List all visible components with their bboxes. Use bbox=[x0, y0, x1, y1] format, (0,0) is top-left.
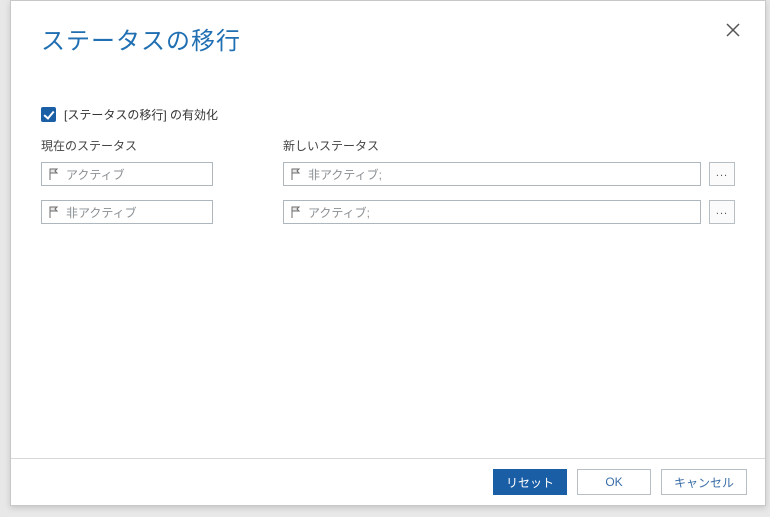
transition-columns: 現在のステータス アクティブ 非アクティブ bbox=[41, 137, 735, 238]
enable-transitions-row: [ステータスの移行] の有効化 bbox=[41, 106, 735, 123]
dialog-title: ステータスの移行 bbox=[41, 21, 735, 56]
current-status-field[interactable]: アクティブ bbox=[41, 162, 213, 186]
browse-button[interactable]: ... bbox=[709, 200, 735, 224]
new-status-header: 新しいステータス bbox=[283, 137, 735, 154]
reset-button[interactable]: リセット bbox=[493, 469, 567, 495]
new-status-value: 非アクティブ; bbox=[308, 166, 382, 183]
cancel-button[interactable]: キャンセル bbox=[661, 469, 747, 495]
close-icon bbox=[726, 24, 740, 41]
current-status-value: アクティブ bbox=[66, 166, 125, 183]
status-transition-dialog: ステータスの移行 [ステータスの移行] の有効化 現在のステータス アクティブ bbox=[10, 0, 766, 506]
dialog-body: [ステータスの移行] の有効化 現在のステータス アクティブ bbox=[11, 62, 765, 238]
current-status-header: 現在のステータス bbox=[41, 137, 213, 154]
new-status-field[interactable]: アクティブ; bbox=[283, 200, 701, 224]
table-row: アクティブ bbox=[41, 162, 213, 186]
table-row: アクティブ; ... bbox=[283, 200, 735, 224]
flag-icon bbox=[48, 168, 60, 180]
flag-icon bbox=[290, 206, 302, 218]
close-button[interactable] bbox=[723, 23, 743, 43]
table-row: 非アクティブ bbox=[41, 200, 213, 224]
ok-button[interactable]: OK bbox=[577, 469, 651, 495]
current-status-field[interactable]: 非アクティブ bbox=[41, 200, 213, 224]
dialog-header: ステータスの移行 bbox=[11, 1, 765, 62]
flag-icon bbox=[290, 168, 302, 180]
enable-transitions-label: [ステータスの移行] の有効化 bbox=[64, 106, 218, 123]
dialog-footer: リセット OK キャンセル bbox=[11, 458, 765, 505]
new-status-value: アクティブ; bbox=[308, 204, 370, 221]
enable-transitions-checkbox[interactable] bbox=[41, 107, 56, 122]
table-row: 非アクティブ; ... bbox=[283, 162, 735, 186]
current-status-value: 非アクティブ bbox=[66, 204, 137, 221]
new-status-field[interactable]: 非アクティブ; bbox=[283, 162, 701, 186]
current-status-column: 現在のステータス アクティブ 非アクティブ bbox=[41, 137, 213, 238]
browse-button[interactable]: ... bbox=[709, 162, 735, 186]
flag-icon bbox=[48, 206, 60, 218]
new-status-column: 新しいステータス 非アクティブ; ... ア bbox=[283, 137, 735, 238]
